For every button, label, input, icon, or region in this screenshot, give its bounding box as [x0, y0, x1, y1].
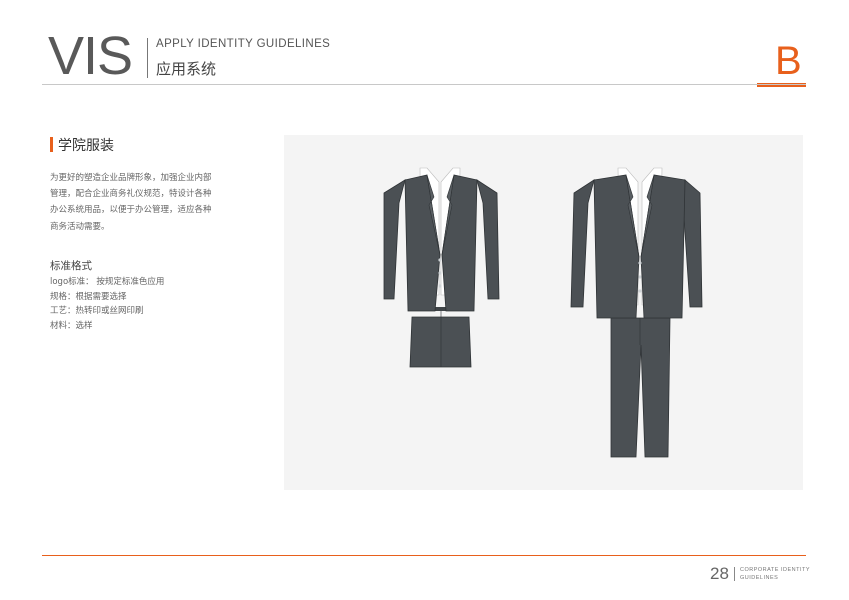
- header-title-zh: 应用系统: [156, 60, 217, 78]
- uniform-illustration: [383, 167, 703, 458]
- footer-label-line2: GUIDELINES: [740, 575, 779, 581]
- womens-suit-illustration: [383, 167, 500, 368]
- section-title-marker: [50, 137, 53, 152]
- header-rule: [42, 84, 806, 85]
- spec-list: logo标准： 按规定标准色应用 规格：根据需要选择 工艺：热转印或丝网印刷 材…: [50, 275, 164, 334]
- section-letter: B: [775, 39, 802, 83]
- intro-line: 办公系统用品，以便于办公管理，适应各种: [50, 205, 212, 216]
- page-number: 28: [710, 564, 729, 583]
- footer-divider: [734, 567, 735, 581]
- uniform-illustration-panel: [284, 135, 803, 490]
- section-title: 学院服装: [58, 138, 114, 154]
- header-divider: [147, 38, 148, 78]
- spec-item-material: 材料：选样: [50, 321, 93, 332]
- spec-item-logo: logo标准： 按规定标准色应用: [50, 277, 165, 287]
- intro-line: 为更好的塑造企业品牌形象，加强企业内部: [50, 173, 212, 183]
- footer-rule: [42, 555, 806, 556]
- header-title-en: APPLY IDENTITY GUIDELINES: [156, 38, 331, 50]
- vis-logo: VIS: [48, 26, 133, 86]
- intro-line: 管理，配合企业商务礼仪规范，特设计各种: [50, 189, 212, 200]
- intro-line: 商务活动需要。: [50, 221, 110, 232]
- spec-item-process: 工艺：热转印或丝网印刷: [50, 306, 144, 317]
- mens-suit-illustration: [570, 167, 703, 458]
- intro-paragraph: 为更好的塑造企业品牌形象，加强企业内部 管理，配合企业商务礼仪规范，特设计各种 …: [50, 170, 230, 235]
- footer-label-line1: CORPORATE IDENTITY: [740, 567, 811, 573]
- spec-heading: 标准格式: [50, 260, 92, 272]
- spec-item-size: 规格：根据需要选择: [50, 291, 127, 302]
